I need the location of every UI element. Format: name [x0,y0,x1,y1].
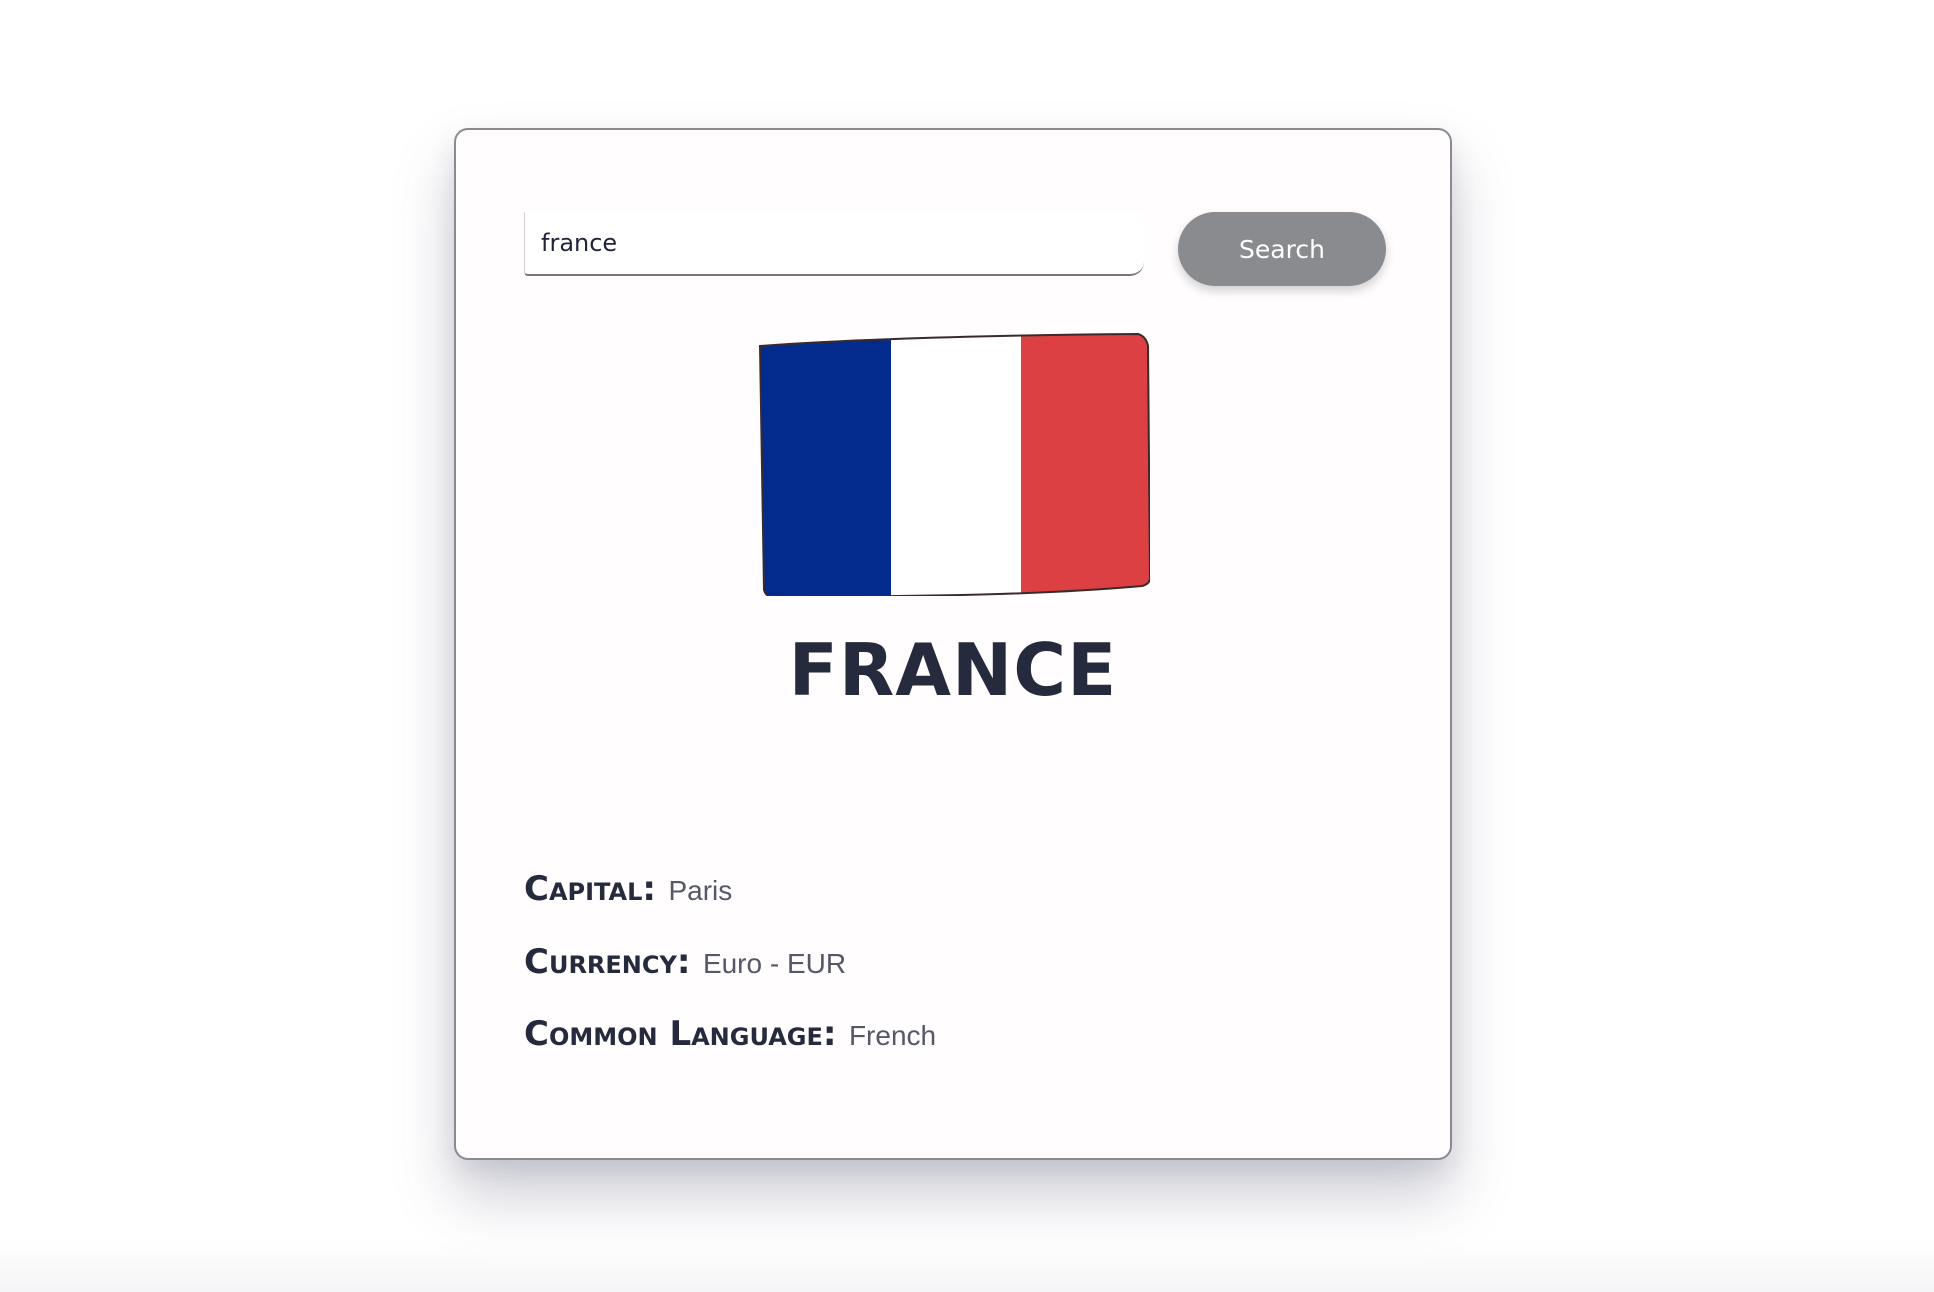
currency-label: Currency: [524,942,691,982]
country-card: Search FRANCE Capital: Paris [454,128,1452,1160]
page: Search FRANCE Capital: Paris [0,0,1934,1292]
language-label: Common Language: [524,1014,837,1054]
currency-value: Euro - EUR [702,948,847,979]
capital-row: Capital: Paris [524,867,1384,911]
country-name: FRANCE [788,628,1118,712]
search-button[interactable]: Search [1178,212,1386,286]
search-input[interactable] [524,212,1144,276]
currency-row: Currency: Euro - EUR [524,940,1384,984]
flag-stripe [891,334,1021,596]
capital-value: Paris [668,875,733,906]
france-flag [758,332,1150,596]
language-row: Common Language: French [524,1012,1384,1056]
flag-stripe [1021,334,1150,596]
capital-label: Capital: [524,869,657,909]
flag-stripe [760,334,891,596]
language-value: French [848,1020,937,1051]
